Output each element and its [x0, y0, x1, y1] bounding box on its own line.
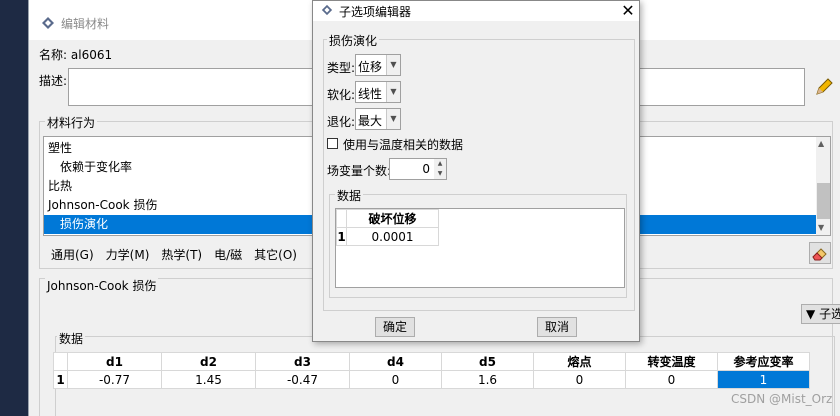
table-cell[interactable]: -0.77	[67, 370, 162, 389]
ok-button[interactable]: 确定	[375, 317, 415, 337]
displacement-table[interactable]: 破坏位移 1 0.0001	[335, 208, 625, 288]
field-vars-value: 0	[422, 162, 430, 176]
table-cell[interactable]: -0.47	[255, 370, 350, 389]
watermark: CSDN @Mist_Orz	[731, 392, 833, 406]
suboptions-button[interactable]: ▼ 子选项	[801, 304, 840, 324]
suboptions-button-label: 子选项	[819, 307, 840, 321]
table-header-row: 破坏位移	[336, 209, 439, 228]
close-icon[interactable]: ✕	[619, 1, 637, 20]
temp-dependent-label: 使用与温度相关的数据	[343, 138, 464, 152]
degradation-value: 最大	[358, 114, 383, 128]
type-select[interactable]: 位移 ▼	[355, 54, 401, 76]
cancel-button[interactable]: 取消	[537, 317, 577, 337]
column-header[interactable]: d1	[67, 352, 162, 371]
behaviors-scrollbar[interactable]: ▲ ▼	[816, 137, 830, 235]
column-header[interactable]: 破坏位移	[346, 209, 439, 228]
dialog-titlebar: 子选项编辑器 ✕	[313, 1, 639, 21]
behavior-menu-bar: 通用(G) 力学(M) 热学(T) 电/磁 其它(O)	[51, 246, 297, 263]
softening-label: 软化:	[327, 88, 356, 102]
table-header-row: d1 d2 d3 d4 d5 熔点 转变温度 参考应变率	[53, 352, 810, 371]
row-number: 1	[53, 370, 68, 389]
name-label: 名称: al6061	[39, 48, 113, 62]
column-header[interactable]: 参考应变率	[717, 352, 810, 371]
dropdown-triangle-icon: ▼	[806, 307, 816, 321]
field-vars-label: 场变量个数:	[327, 164, 392, 178]
scroll-down-arrow-icon[interactable]: ▼	[818, 223, 824, 232]
table-row: 1 0.0001	[336, 227, 439, 246]
corner-cell	[53, 352, 68, 371]
abaqus-app-icon	[321, 4, 333, 16]
section-title: Johnson-Cook 损伤	[45, 277, 159, 294]
table-cell[interactable]: 0	[349, 370, 442, 389]
pencil-edit-icon[interactable]	[813, 76, 835, 98]
suboption-editor-dialog: 子选项编辑器 ✕ 损伤演化 类型: 位移 ▼ 软化: 线性 ▼ 退化: 最大 ▼…	[312, 0, 640, 342]
table-cell[interactable]: 1.45	[161, 370, 256, 389]
dialog-data-legend: 数据	[335, 187, 364, 204]
table-row: 1 -0.77 1.45 -0.47 0 1.6 0 0 1	[53, 370, 810, 389]
abaqus-app-icon	[42, 17, 54, 29]
table-cell[interactable]: 1.6	[441, 370, 534, 389]
field-vars-stepper[interactable]: 0 ▲ ▼	[389, 158, 447, 180]
table-cell-selected[interactable]: 1	[717, 370, 810, 389]
jc-damage-table[interactable]: d1 d2 d3 d4 d5 熔点 转变温度 参考应变率 1 -0.77 1.4…	[53, 352, 810, 389]
scrollbar-thumb[interactable]	[817, 183, 830, 219]
degradation-select[interactable]: 最大 ▼	[355, 108, 401, 130]
delete-behavior-button[interactable]	[809, 242, 831, 264]
softening-value: 线性	[358, 87, 383, 101]
spin-up-icon[interactable]: ▲	[434, 159, 446, 169]
description-label: 描述:	[39, 74, 68, 88]
spin-down-icon[interactable]: ▼	[434, 169, 446, 179]
menu-electromagnetic[interactable]: 电/磁	[214, 246, 242, 263]
material-behaviors-legend: 材料行为	[45, 114, 98, 131]
menu-thermal[interactable]: 热学(T)	[161, 246, 202, 263]
window-title: 编辑材料	[61, 17, 110, 31]
row-number: 1	[336, 227, 347, 246]
menu-general[interactable]: 通用(G)	[51, 246, 94, 263]
chevron-down-icon[interactable]: ▼	[386, 109, 400, 129]
menu-other[interactable]: 其它(O)	[254, 246, 297, 263]
chevron-down-icon[interactable]: ▼	[386, 55, 400, 75]
type-label: 类型:	[327, 61, 356, 75]
column-header[interactable]: d4	[349, 352, 442, 371]
eraser-icon	[812, 248, 827, 261]
column-header[interactable]: d2	[161, 352, 256, 371]
column-header[interactable]: d3	[255, 352, 350, 371]
scroll-up-arrow-icon[interactable]: ▲	[818, 139, 824, 148]
softening-select[interactable]: 线性 ▼	[355, 81, 401, 103]
type-value: 位移	[358, 60, 383, 74]
column-header[interactable]: 熔点	[533, 352, 626, 371]
degradation-label: 退化:	[327, 115, 356, 129]
material-name-value[interactable]: al6061	[71, 48, 112, 62]
corner-cell	[336, 209, 347, 228]
damage-evolution-legend: 损伤演化	[327, 32, 380, 49]
dialog-title: 子选项编辑器	[339, 5, 412, 19]
column-header[interactable]: 转变温度	[625, 352, 718, 371]
column-header[interactable]: d5	[441, 352, 534, 371]
table-cell[interactable]: 0	[625, 370, 718, 389]
chevron-down-icon[interactable]: ▼	[386, 82, 400, 102]
temp-dependent-checkbox[interactable]	[327, 138, 338, 149]
data-legend: 数据	[57, 330, 86, 347]
table-cell[interactable]: 0.0001	[346, 227, 439, 246]
menu-mechanical[interactable]: 力学(M)	[106, 246, 150, 263]
table-cell[interactable]: 0	[533, 370, 626, 389]
